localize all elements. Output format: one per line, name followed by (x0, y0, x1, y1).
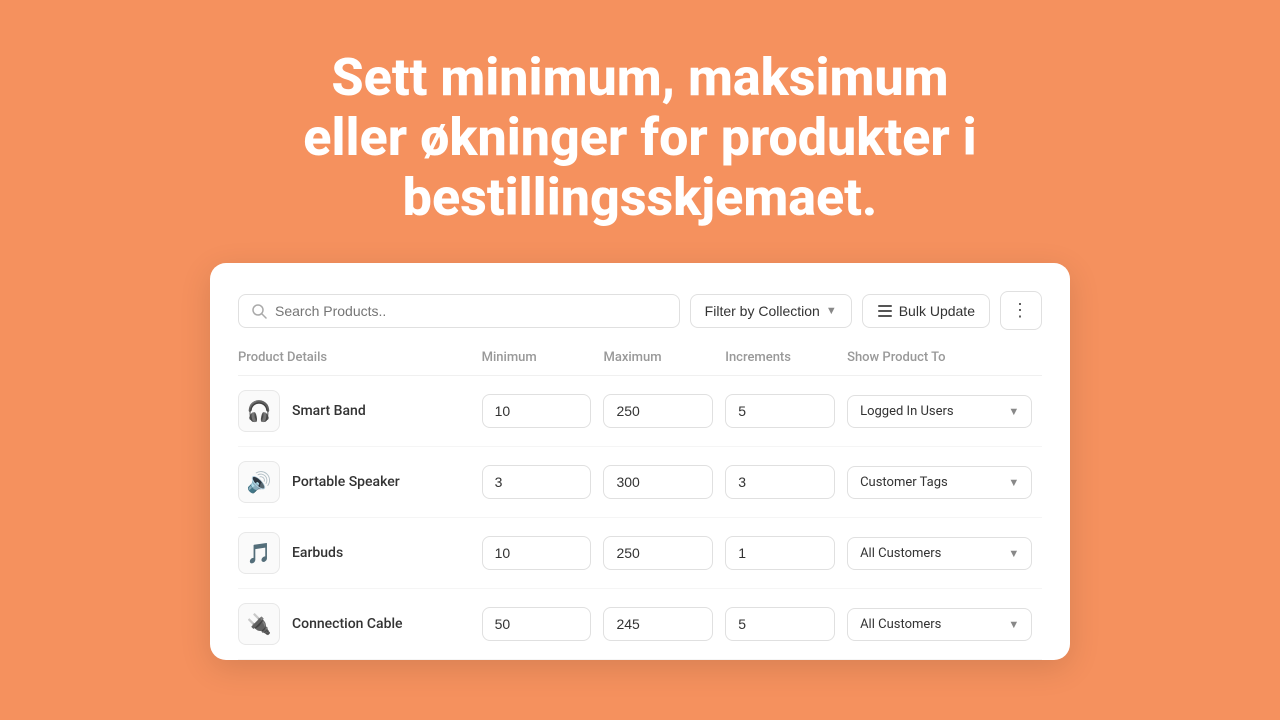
show-cell-1[interactable]: Customer Tags ▼ (847, 466, 1042, 499)
maximum-input-0[interactable] (603, 394, 713, 428)
show-select-3[interactable]: All Customers ▼ (847, 608, 1032, 641)
maximum-input-1[interactable] (603, 465, 713, 499)
col-increments: Increments (725, 350, 847, 365)
filter-label: Filter by Collection (705, 303, 820, 319)
increments-input-3[interactable] (725, 607, 835, 641)
product-name-3: Connection Cable (292, 616, 403, 632)
col-show: Show Product To (847, 350, 1042, 365)
maximum-cell-1[interactable] (603, 465, 725, 499)
col-product: Product Details (238, 350, 482, 365)
minimum-cell-3[interactable] (482, 607, 604, 641)
increments-cell-2[interactable] (725, 536, 847, 570)
increments-input-2[interactable] (725, 536, 835, 570)
maximum-input-2[interactable] (603, 536, 713, 570)
minimum-input-3[interactable] (482, 607, 592, 641)
bulk-update-button[interactable]: Bulk Update (862, 294, 990, 328)
show-chevron-icon-3: ▼ (1008, 618, 1019, 631)
increments-input-0[interactable] (725, 394, 835, 428)
show-value-2: All Customers (860, 546, 941, 561)
show-select-1[interactable]: Customer Tags ▼ (847, 466, 1032, 499)
hero-heading: Sett minimum, maksimum eller økninger fo… (140, 0, 1140, 263)
table-row: 🎧 Smart Band Logged In Users ▼ (238, 376, 1042, 447)
product-details-2: 🎵 Earbuds (238, 532, 482, 574)
product-details-0: 🎧 Smart Band (238, 390, 482, 432)
bulk-label: Bulk Update (899, 303, 975, 319)
increments-cell-1[interactable] (725, 465, 847, 499)
product-details-3: 🔌 Connection Cable (238, 603, 482, 645)
more-dots-icon: ⋮ (1011, 300, 1031, 321)
increments-cell-3[interactable] (725, 607, 847, 641)
show-value-3: All Customers (860, 617, 941, 632)
show-select-2[interactable]: All Customers ▼ (847, 537, 1032, 570)
increments-cell-0[interactable] (725, 394, 847, 428)
product-thumb-3: 🔌 (238, 603, 280, 645)
filter-chevron-icon: ▼ (826, 305, 837, 317)
table-body: 🎧 Smart Band Logged In Users ▼ 🔊 Portabl… (238, 376, 1042, 660)
increments-input-1[interactable] (725, 465, 835, 499)
show-select-0[interactable]: Logged In Users ▼ (847, 395, 1032, 428)
search-box[interactable] (238, 294, 680, 328)
maximum-cell-0[interactable] (603, 394, 725, 428)
search-icon (251, 303, 267, 319)
product-name-2: Earbuds (292, 545, 343, 561)
product-thumb-0: 🎧 (238, 390, 280, 432)
table-header: Product Details Minimum Maximum Incremen… (238, 350, 1042, 376)
product-details-1: 🔊 Portable Speaker (238, 461, 482, 503)
minimum-input-0[interactable] (482, 394, 592, 428)
more-options-button[interactable]: ⋮ (1000, 291, 1042, 330)
show-cell-0[interactable]: Logged In Users ▼ (847, 395, 1042, 428)
col-maximum: Maximum (603, 350, 725, 365)
show-chevron-icon-1: ▼ (1008, 476, 1019, 489)
show-cell-2[interactable]: All Customers ▼ (847, 537, 1042, 570)
maximum-cell-3[interactable] (603, 607, 725, 641)
product-thumb-1: 🔊 (238, 461, 280, 503)
minimum-cell-2[interactable] (482, 536, 604, 570)
product-thumb-2: 🎵 (238, 532, 280, 574)
minimum-input-2[interactable] (482, 536, 592, 570)
product-name-0: Smart Band (292, 403, 366, 419)
minimum-cell-0[interactable] (482, 394, 604, 428)
search-input[interactable] (275, 303, 667, 319)
minimum-cell-1[interactable] (482, 465, 604, 499)
table-row: 🎵 Earbuds All Customers ▼ (238, 518, 1042, 589)
show-chevron-icon-0: ▼ (1008, 405, 1019, 418)
product-name-1: Portable Speaker (292, 474, 400, 490)
show-cell-3[interactable]: All Customers ▼ (847, 608, 1042, 641)
minimum-input-1[interactable] (482, 465, 592, 499)
bulk-icon (877, 303, 893, 319)
main-card: Filter by Collection ▼ Bulk Update ⋮ Pro… (210, 263, 1070, 660)
maximum-cell-2[interactable] (603, 536, 725, 570)
show-value-0: Logged In Users (860, 404, 954, 419)
table-row: 🔊 Portable Speaker Customer Tags ▼ (238, 447, 1042, 518)
show-chevron-icon-2: ▼ (1008, 547, 1019, 560)
toolbar: Filter by Collection ▼ Bulk Update ⋮ (238, 291, 1042, 330)
maximum-input-3[interactable] (603, 607, 713, 641)
col-minimum: Minimum (482, 350, 604, 365)
table-row: 🔌 Connection Cable All Customers ▼ (238, 589, 1042, 660)
show-value-1: Customer Tags (860, 475, 948, 490)
filter-button[interactable]: Filter by Collection ▼ (690, 294, 852, 328)
